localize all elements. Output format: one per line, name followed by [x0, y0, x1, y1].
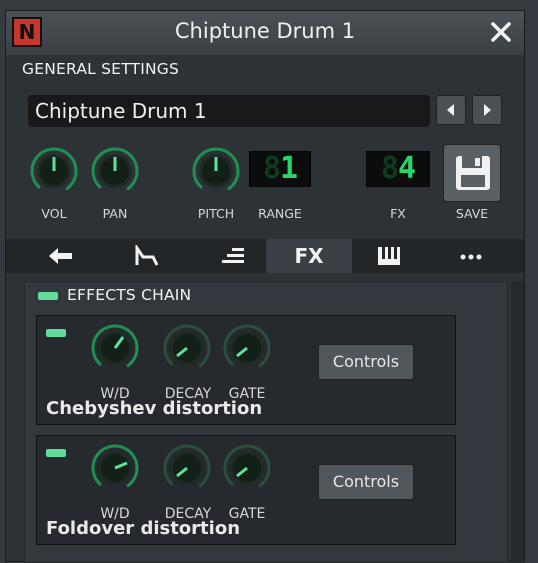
arrow-left-icon: [447, 104, 454, 116]
instrument-name-field[interactable]: Chiptune Drum 1: [28, 95, 430, 127]
pan-knob[interactable]: [89, 145, 141, 197]
effect-enable-led[interactable]: [46, 449, 66, 457]
arrow-right-icon: [484, 104, 491, 116]
pitch-label: PITCH: [197, 206, 235, 221]
range-label: RANGE: [258, 206, 302, 221]
decay-knob[interactable]: [161, 442, 213, 494]
instrument-window: N Chiptune Drum 1 GENERAL SETTINGS Chipt…: [5, 10, 525, 563]
effect-slot-chebyshev[interactable]: W/D DECAY GATE Controls Chebyshev distor…: [36, 315, 456, 425]
close-icon: [491, 22, 511, 42]
controls-button[interactable]: Controls: [318, 344, 414, 380]
effect-name: Chebyshev distortion: [46, 398, 263, 419]
pan-label: PAN: [102, 206, 128, 221]
gate-knob[interactable]: [221, 322, 273, 374]
title-bar[interactable]: N Chiptune Drum 1: [6, 11, 524, 55]
decay-knob[interactable]: [161, 322, 213, 374]
close-button[interactable]: [486, 17, 516, 47]
effects-scrollbar[interactable]: [511, 281, 524, 563]
gate-knob[interactable]: [221, 442, 273, 494]
range-display[interactable]: 81: [249, 151, 311, 187]
effects-chain-enable-led[interactable]: [38, 292, 58, 300]
instrument-tab-bar: FX: [6, 239, 524, 273]
pitch-knob[interactable]: [190, 145, 242, 197]
wet-dry-knob[interactable]: [89, 442, 141, 494]
fx-channel-value: 4: [398, 151, 416, 186]
effect-enable-led[interactable]: [46, 329, 66, 337]
previous-preset-button[interactable]: [436, 95, 466, 125]
tab-functions[interactable]: [190, 239, 276, 273]
controls-button[interactable]: Controls: [318, 464, 414, 500]
general-settings-label: GENERAL SETTINGS: [22, 60, 180, 78]
tab-misc[interactable]: [428, 239, 514, 273]
effect-slot-foldover[interactable]: W/D DECAY GATE Controls Foldover distort…: [36, 435, 456, 545]
range-value: 1: [280, 151, 298, 186]
save-label: SAVE: [455, 206, 489, 221]
fx-label: FX: [390, 206, 406, 221]
vol-label: VOL: [41, 206, 67, 221]
save-preset-button[interactable]: [443, 144, 501, 202]
tab-fx[interactable]: FX: [266, 239, 352, 273]
window-title: Chiptune Drum 1: [174, 19, 356, 43]
next-preset-button[interactable]: [472, 95, 502, 125]
tab-plugin[interactable]: [18, 239, 104, 273]
floppy-disk-icon: [456, 156, 490, 190]
tab-midi[interactable]: [346, 239, 432, 273]
tab-envelope[interactable]: [104, 239, 190, 273]
vol-knob[interactable]: [28, 145, 80, 197]
plug-arrow-icon: [49, 248, 72, 264]
effects-chain-label: EFFECTS CHAIN: [67, 286, 192, 304]
effect-name: Foldover distortion: [46, 518, 241, 539]
fx-channel-display[interactable]: 84: [366, 151, 430, 187]
ellipsis-icon: [460, 254, 482, 260]
envelope-icon: [135, 245, 159, 266]
piano-keys-icon: [378, 247, 400, 265]
wet-dry-knob[interactable]: [89, 322, 141, 374]
bars-icon: [222, 248, 244, 263]
